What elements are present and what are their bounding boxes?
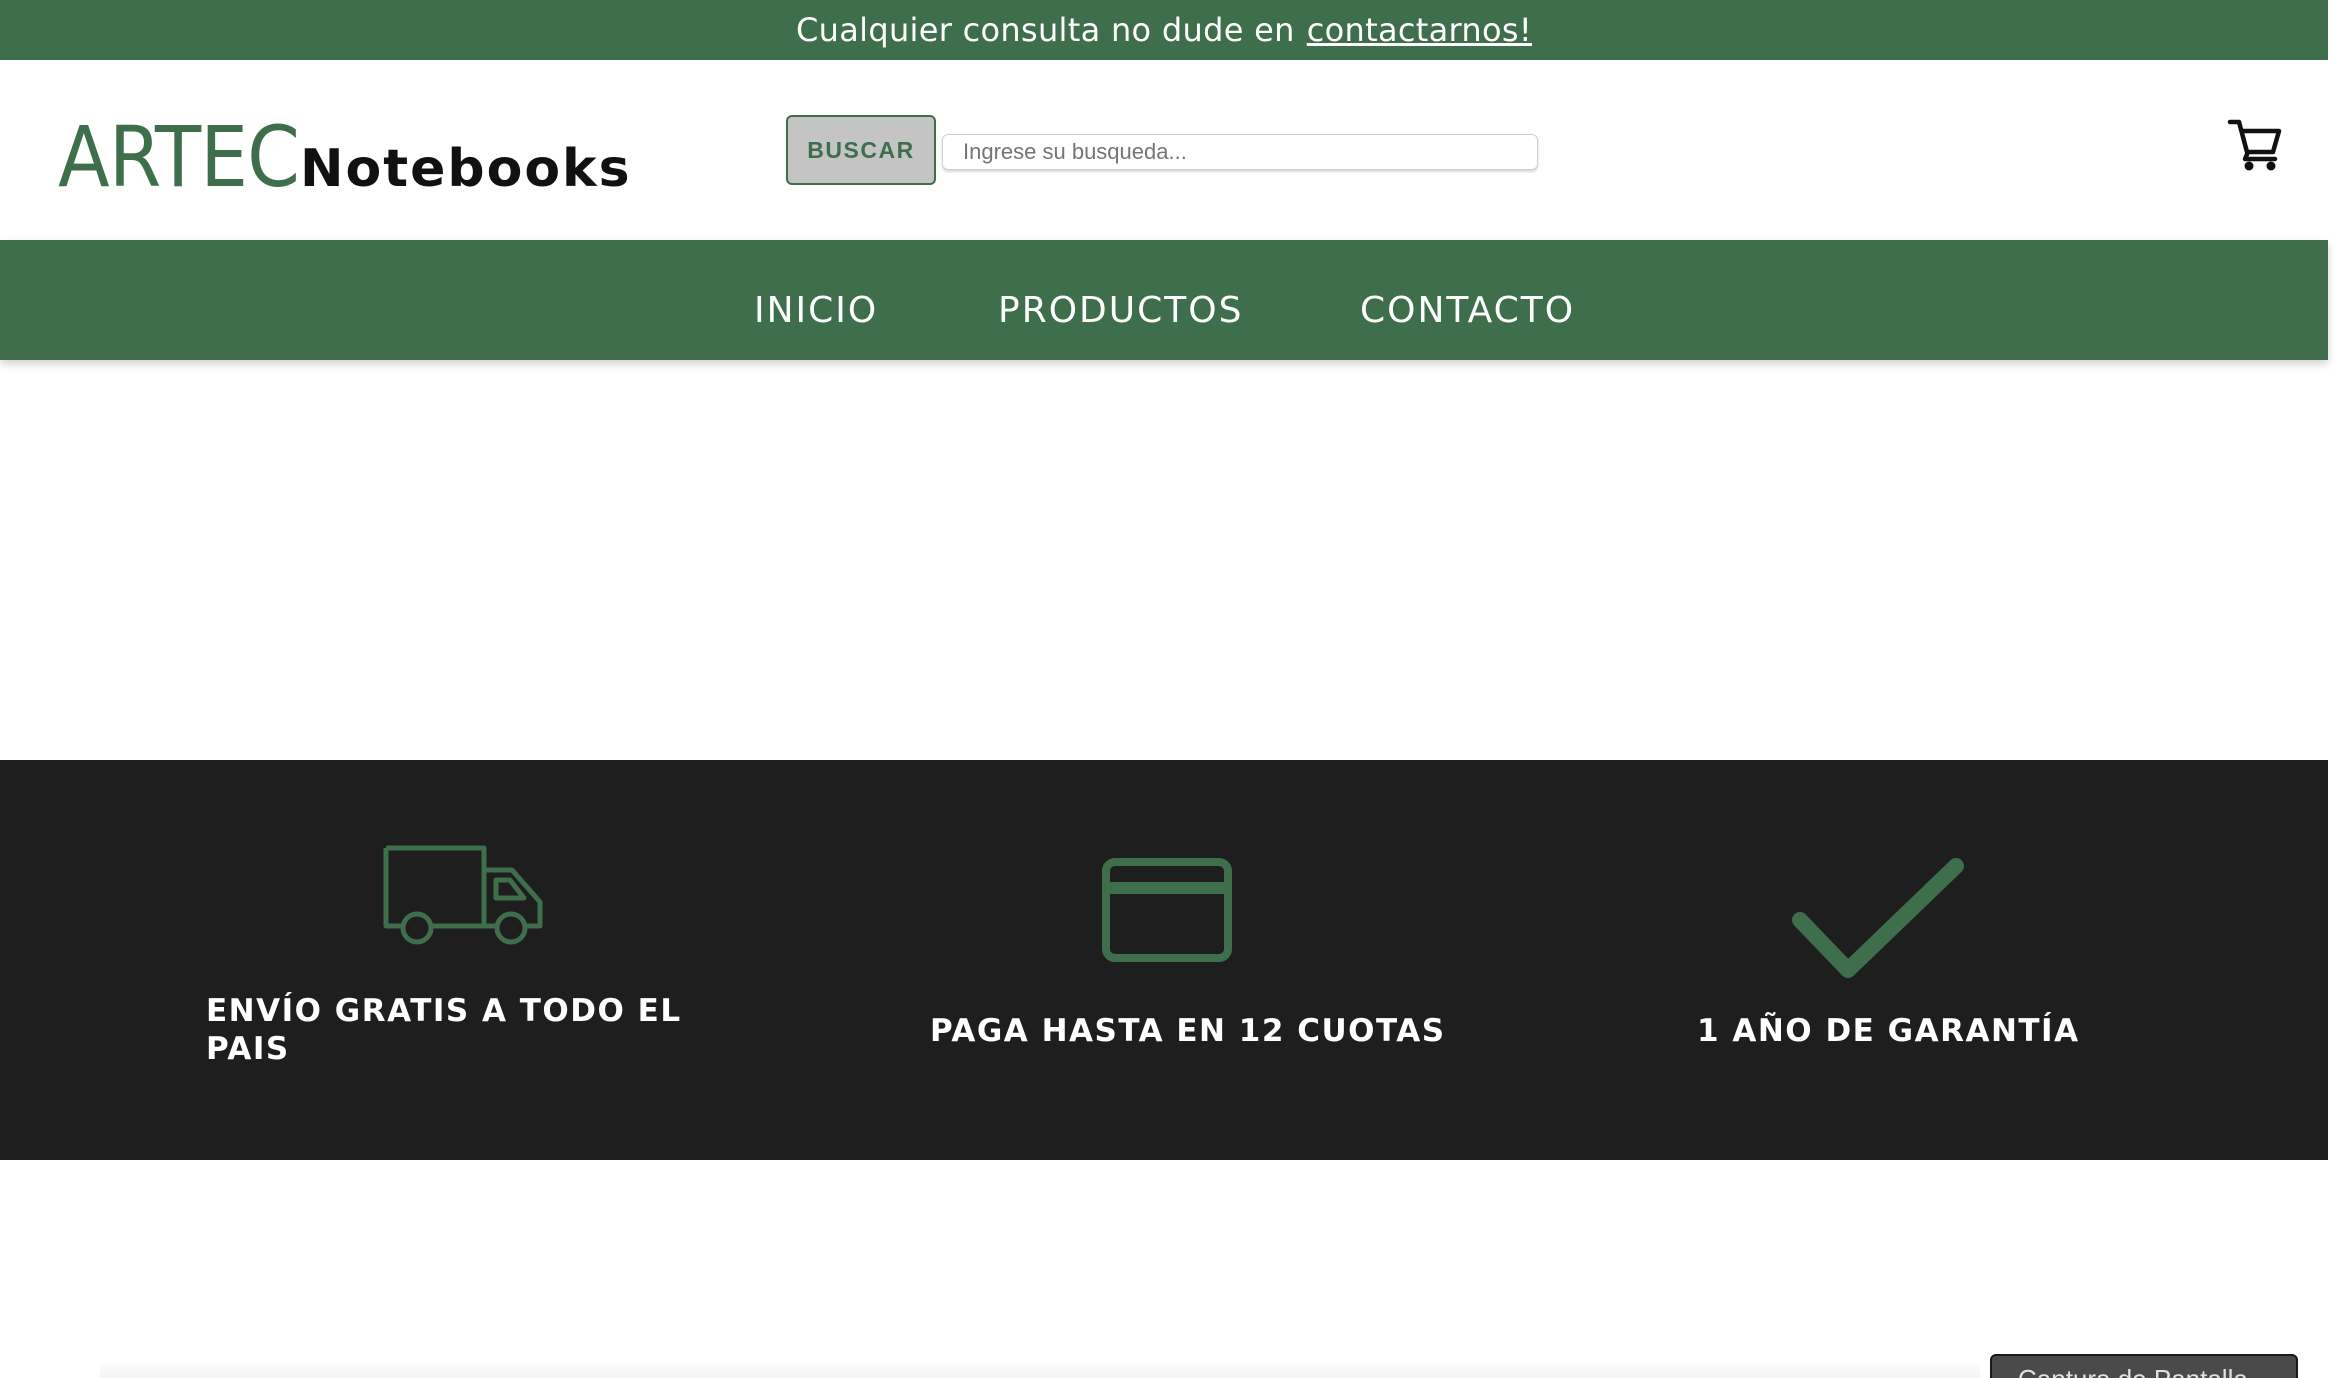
feature-shipping-text: ENVÍO GRATIS A TODO EL PAIS (206, 992, 682, 1068)
announcement-bar: Cualquier consulta no dude en contactarn… (0, 0, 2328, 60)
feature-shipping-line1: ENVÍO GRATIS A TODO EL (206, 993, 682, 1029)
search-button[interactable]: BUSCAR (786, 115, 936, 185)
checkmark-icon (1790, 856, 1966, 986)
features-section: ENVÍO GRATIS A TODO EL PAIS PAGA HASTA E… (0, 760, 2328, 1160)
announcement-text: Cualquier consulta no dude en (796, 11, 1295, 49)
nav-item-inicio[interactable]: INICIO (754, 290, 878, 331)
shopping-cart-icon[interactable] (2226, 114, 2284, 172)
feature-installments-text: PAGA HASTA EN 12 CUOTAS (930, 1013, 1446, 1049)
page: Cualquier consulta no dude en contactarn… (0, 0, 2336, 1378)
logo[interactable]: ARTEC Notebooks (58, 108, 632, 206)
logo-subtitle: Notebooks (300, 139, 632, 199)
truck-icon (382, 844, 546, 950)
feature-shipping-line2: PAIS (206, 1031, 290, 1067)
credit-card-icon (1102, 858, 1232, 966)
logo-brand: ARTEC (58, 108, 300, 206)
main-nav: INICIO PRODUCTOS CONTACTO (0, 240, 2328, 360)
nav-item-contacto[interactable]: CONTACTO (1360, 290, 1575, 331)
contact-link[interactable]: contactarnos! (1307, 11, 1532, 49)
feature-warranty-text: 1 AÑO DE GARANTÍA (1697, 1013, 2080, 1049)
nav-item-productos[interactable]: PRODUCTOS (998, 290, 1243, 331)
search-input[interactable] (942, 134, 1538, 170)
screenshot-button[interactable]: Captura de Pantalla (1990, 1354, 2298, 1378)
content-card-edge (100, 1364, 1980, 1378)
header: ARTEC Notebooks BUSCAR (0, 60, 2328, 240)
